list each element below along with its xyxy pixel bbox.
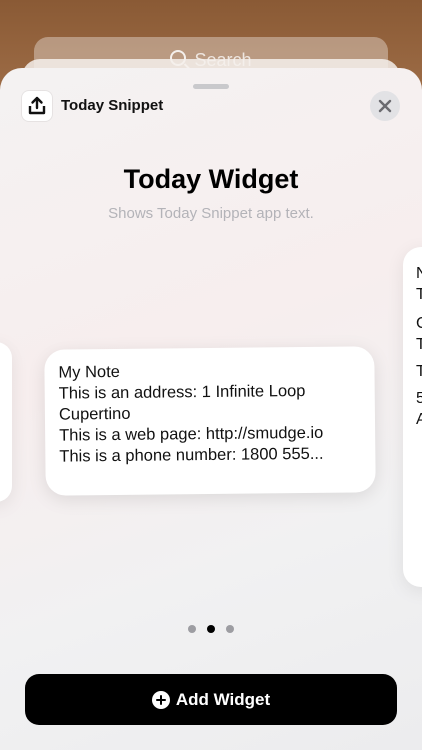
next-widget-line: A — [416, 411, 422, 428]
widget-description: Shows Today Snippet app text. — [108, 205, 314, 222]
share-upload-icon — [22, 91, 52, 121]
next-widget-preview[interactable]: N T C T T 5 A — [403, 247, 422, 587]
previous-widget-preview[interactable] — [0, 342, 12, 502]
next-widget-line: T — [416, 363, 422, 380]
page-dot[interactable] — [188, 625, 196, 633]
widget-line: This is a phone number: 1800 555... — [59, 444, 324, 466]
next-widget-line: 5 — [416, 390, 422, 407]
widget-preview[interactable]: My Note This is an address: 1 Infinite L… — [44, 346, 376, 496]
page-dot-current[interactable] — [207, 625, 215, 633]
widget-title: Today Widget — [123, 164, 299, 194]
close-button[interactable] — [370, 91, 400, 121]
add-widget-button[interactable]: Add Widget — [25, 674, 397, 725]
add-widget-label: Add Widget — [175, 689, 271, 709]
add-icon — [151, 690, 170, 709]
app-name: Today Snippet — [61, 97, 164, 114]
next-widget-line: T — [416, 336, 422, 353]
page-indicator[interactable] — [0, 625, 422, 633]
close-icon — [378, 99, 392, 113]
next-widget-line: N — [416, 265, 422, 282]
next-widget-line: T — [416, 286, 422, 303]
sheet-grabber[interactable] — [193, 84, 229, 89]
widget-gallery-sheet: Today Snippet Today Widget Shows Today S… — [0, 68, 422, 750]
page-dot[interactable] — [226, 625, 234, 633]
next-widget-line: C — [416, 315, 422, 332]
